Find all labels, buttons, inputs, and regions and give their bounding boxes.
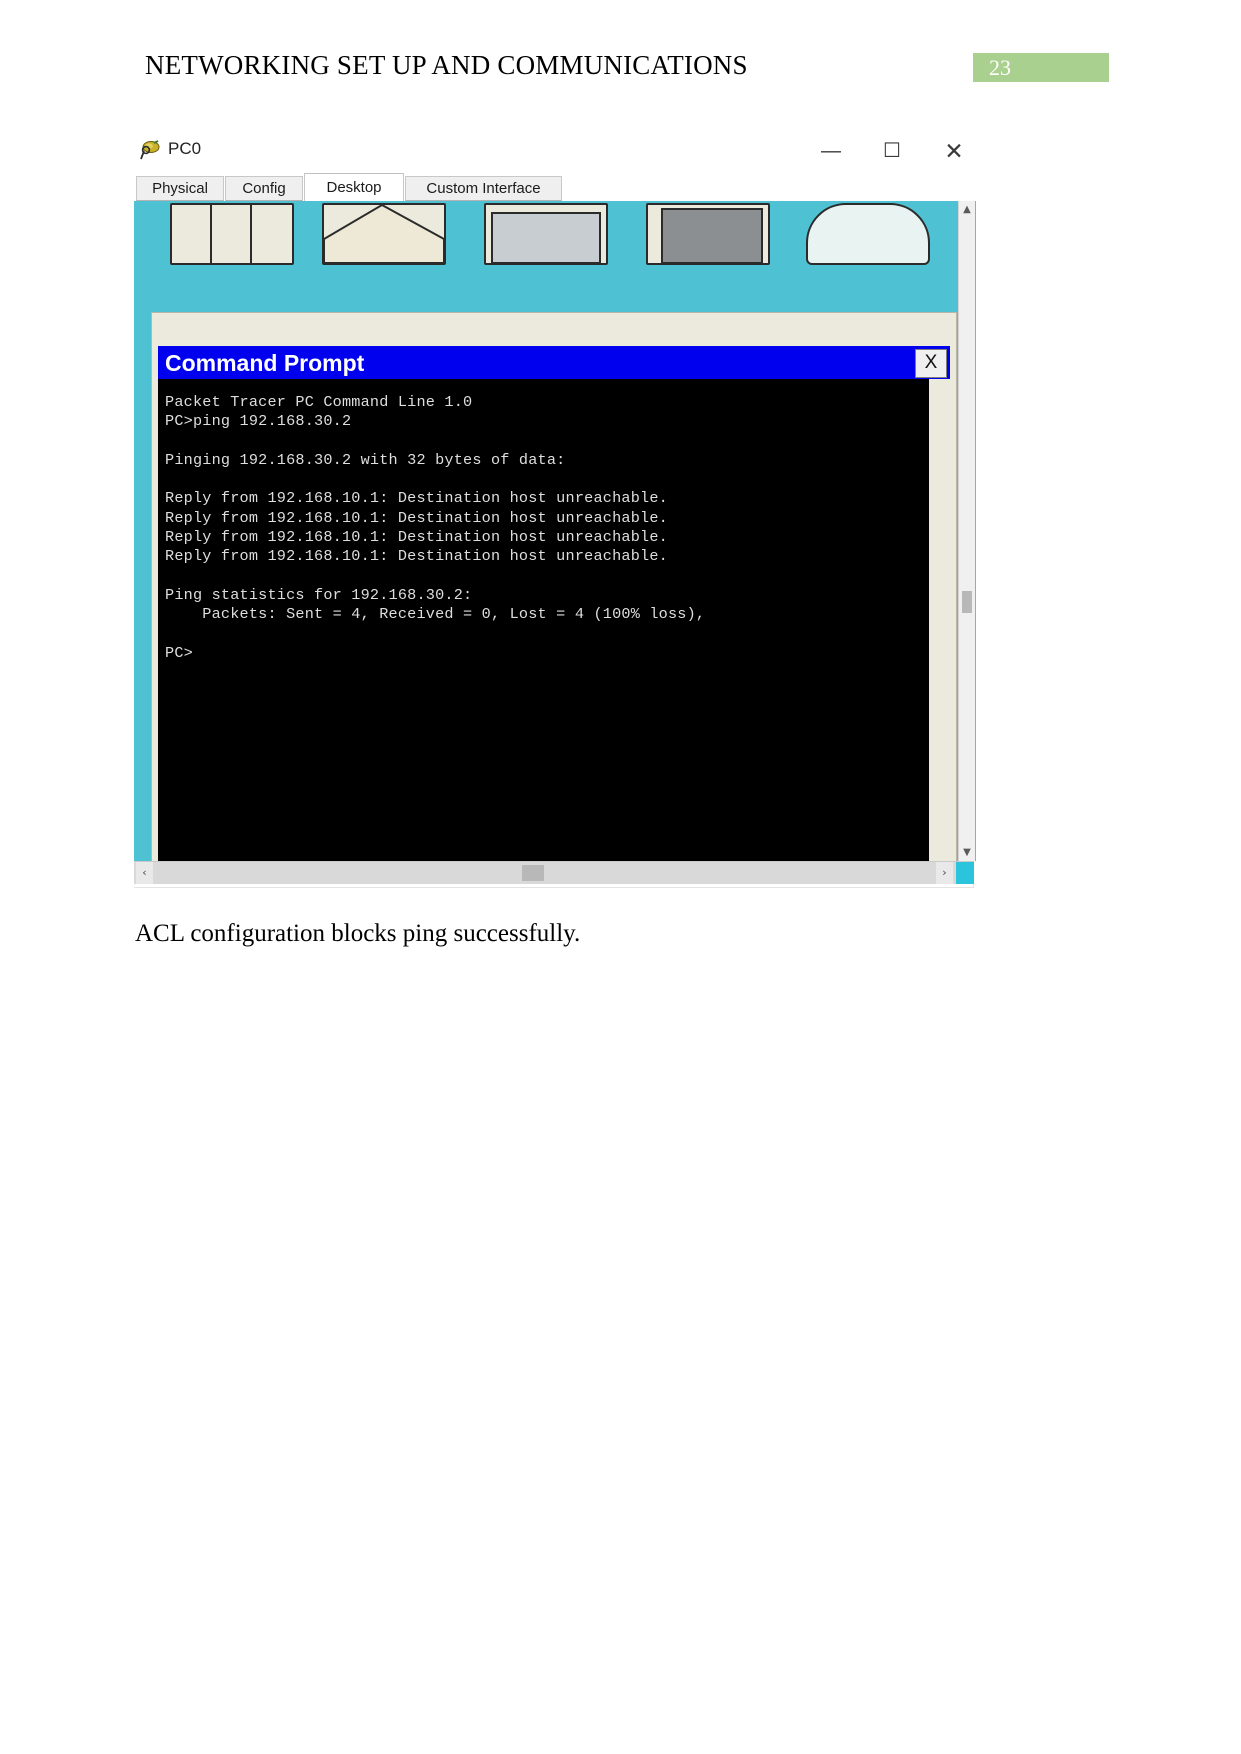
command-prompt-window: Command Prompt X Packet Tracer PC Comman… (151, 312, 957, 861)
window-title-label: PC0 (168, 139, 202, 158)
figure-caption: ACL configuration blocks ping successful… (135, 920, 581, 947)
horizontal-scrollbar-thumb[interactable] (522, 865, 544, 881)
packet-tracer-pc-icon (140, 139, 162, 161)
page-title: NETWORKING SET UP AND COMMUNICATIONS (145, 50, 748, 80)
tab-desktop[interactable]: Desktop (304, 173, 404, 202)
tab-config[interactable]: Config (225, 176, 303, 201)
terminal-screen[interactable]: Packet Tracer PC Command Line 1.0 PC>pin… (158, 379, 929, 861)
icon-inner-panel (486, 205, 606, 263)
page-number-text: 23 (989, 55, 1011, 80)
desktop-canvas-inner: Command Prompt X Packet Tracer PC Comman… (136, 201, 960, 861)
vertical-scrollbar[interactable]: ▲ ▼ (958, 201, 975, 861)
tab-physical[interactable]: Physical (136, 176, 224, 201)
minimize-button[interactable]: — (808, 136, 854, 166)
tab-bar: Physical Config Desktop Custom Interface (134, 173, 974, 202)
desktop-app-icon-4[interactable] (646, 203, 770, 265)
desktop-canvas: Command Prompt X Packet Tracer PC Comman… (134, 201, 976, 861)
icon-inner-panel (648, 205, 768, 263)
packet-tracer-window: PC0 — ☐ ✕ Physical Config Desktop Custom… (134, 128, 976, 888)
scroll-right-arrow-icon[interactable]: › (936, 862, 953, 884)
icon-divider (250, 205, 252, 263)
command-prompt-titlebar[interactable]: Command Prompt X (158, 346, 950, 379)
tab-custom-interface[interactable]: Custom Interface (405, 176, 562, 201)
document-header: NETWORKING SET UP AND COMMUNICATIONS 23 (0, 0, 1241, 110)
scroll-up-arrow-icon[interactable]: ▲ (959, 201, 975, 218)
scrollbar-corner (956, 862, 974, 884)
vertical-scrollbar-thumb[interactable] (962, 591, 972, 613)
window-titlebar: PC0 — ☐ ✕ (134, 128, 974, 173)
terminal-output-text: Packet Tracer PC Command Line 1.0 PC>pin… (165, 393, 706, 662)
desktop-app-icon-5[interactable] (806, 203, 930, 265)
page-number-badge: 23 (973, 53, 1109, 82)
scroll-left-arrow-icon[interactable]: ‹ (136, 862, 153, 884)
desktop-app-icon-1[interactable] (170, 203, 294, 265)
command-prompt-title-label: Command Prompt (165, 350, 365, 376)
icon-diagonal (324, 205, 444, 263)
desktop-app-icon-3[interactable] (484, 203, 608, 265)
desktop-app-icon-2[interactable] (322, 203, 446, 265)
command-prompt-close-button[interactable]: X (915, 349, 947, 378)
maximize-button[interactable]: ☐ (869, 136, 915, 166)
icon-divider (210, 205, 212, 263)
close-button[interactable]: ✕ (931, 136, 977, 166)
scroll-down-arrow-icon[interactable]: ▼ (959, 844, 975, 861)
horizontal-scrollbar[interactable]: ‹ › (134, 861, 974, 884)
